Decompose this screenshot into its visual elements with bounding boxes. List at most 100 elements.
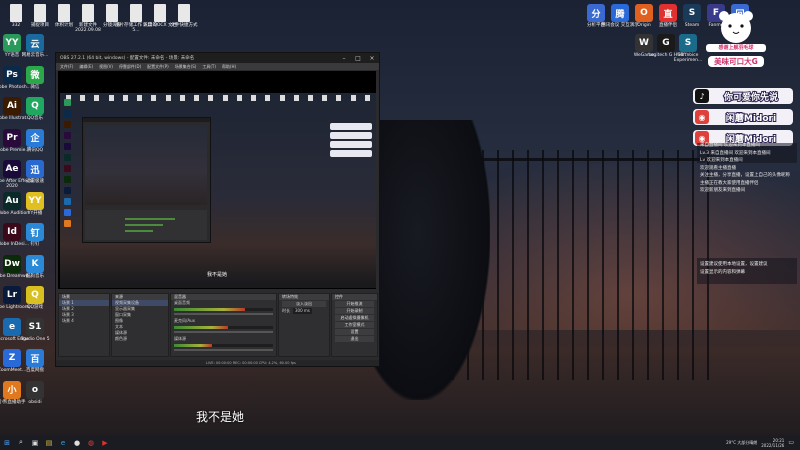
desktop-icon[interactable]: 迅迅雷极速 (13, 160, 57, 184)
task-view-icon[interactable]: ▣ (28, 435, 42, 450)
menu-item[interactable]: 工具(T) (202, 64, 216, 70)
desktop-icon[interactable]: 微微信 (13, 65, 57, 90)
obs-titlebar[interactable]: OBS 27.2.1 (64 bit, windows) - 配置文件: 未命名… (56, 53, 379, 63)
chat-message: 欢迎新朋友来到直播间 (700, 188, 745, 193)
preview-icon (222, 95, 228, 101)
mixer-level-meter (174, 326, 273, 329)
preview-icon (64, 198, 71, 205)
live-app-icon[interactable]: ▶ (98, 435, 112, 450)
desktop-icon[interactable]: 百百度网盘 (13, 349, 57, 373)
volume-slider[interactable] (174, 349, 273, 351)
obs-window[interactable]: OBS 27.2.1 (64 bit, windows) - 配置文件: 未命名… (55, 52, 380, 367)
preview-icon (64, 176, 71, 183)
chat-message: 设置建议使用本地设置，设置建议 (700, 262, 768, 267)
desktop-icon[interactable]: Q QQ音乐 (13, 97, 57, 121)
transitions-title: 转场特效 (279, 294, 329, 300)
chat-message: 欢迎观看主播直播 (700, 165, 736, 171)
search-icon[interactable]: ⌕ (14, 435, 28, 450)
menu-item[interactable]: 帮助(H) (222, 64, 236, 70)
preview-icon (94, 95, 100, 101)
desktop-icon[interactable]: 企腾讯QQ (13, 128, 57, 153)
preview-icon (307, 95, 313, 101)
desktop-icon-label: YY开播 (27, 210, 43, 216)
clock-date[interactable]: 2022/11/26 (761, 443, 784, 448)
app-icon: 迅 (26, 160, 44, 178)
desktop-icon[interactable]: 钉钉钉 (13, 223, 57, 247)
preview-widget-row (330, 132, 372, 139)
desktop-icon[interactable]: YY YY开播 (13, 191, 57, 216)
start-icon[interactable]: ⊞ (0, 435, 14, 450)
menu-item[interactable]: 场景集合(S) (175, 64, 197, 70)
volume-slider[interactable] (174, 313, 273, 315)
desktop-icon[interactable]: o obsidi (13, 380, 57, 405)
preview-widget-row (330, 123, 372, 130)
menu-item[interactable]: 编辑(E) (79, 64, 93, 70)
mixer-level-meter (174, 344, 273, 347)
controls-title: 控件 (332, 294, 377, 300)
preview-icon (64, 121, 71, 128)
desktop-icon[interactable]: Q QQ游戏 (13, 286, 57, 310)
control-button[interactable]: 开始录制 (335, 308, 374, 314)
volume-slider[interactable] (174, 331, 273, 333)
notification-icon[interactable]: ▭ (788, 439, 794, 446)
menu-item[interactable]: 配置文件(P) (147, 64, 169, 70)
preview-icon (236, 95, 242, 101)
control-button[interactable]: 退出 (335, 336, 374, 342)
chrome-icon[interactable]: ◍ (84, 435, 98, 450)
preview-icon (194, 95, 200, 101)
mixer-list: 桌面音频 麦克风/Aux 媒体源 (171, 300, 276, 354)
mixer-track: 桌面音频 (171, 300, 276, 318)
control-button[interactable]: 开始推流 (335, 301, 374, 307)
chat-banner[interactable]: ◉ 闲蘑Midori (693, 109, 793, 125)
preview-icon (108, 95, 114, 101)
desktop-icon-label: 微信 (30, 84, 40, 90)
file-explorer-icon[interactable]: ▤ (42, 435, 56, 450)
control-button[interactable]: 工作室模式 (335, 322, 374, 328)
preview-icon (64, 132, 71, 139)
control-button[interactable]: 设置 (335, 329, 374, 335)
chat-message: 主播正在教大家使用直播伴侣 (700, 180, 759, 186)
desktop-icon[interactable]: S1 Studio One 5 (13, 317, 57, 342)
preview-icon (251, 95, 257, 101)
close-icon[interactable]: × (365, 55, 379, 62)
duration-value[interactable]: 300 ms (293, 308, 312, 314)
obs-icon[interactable]: ● (70, 435, 84, 450)
desktop-icon[interactable]: 云网易云音乐... (13, 34, 57, 58)
preview-nested-capture (85, 125, 207, 205)
chat-message: 设置显示的内容和弹幕 (700, 270, 745, 275)
weather-text[interactable]: 29°C 大部分晴朗 (726, 440, 757, 446)
desktop-icon-label: QQ音乐 (26, 116, 44, 121)
transition-select[interactable]: 淡入淡出 (282, 301, 326, 307)
taskbar: ⊞ ⌕ ▣ ▤ e ● ◍ ▶ 29°C 大部分晴朗 20:21 2022/11/26 ▭ (0, 435, 800, 450)
desktop-icon-label: 钉钉 (30, 242, 40, 247)
preview-icon (64, 187, 71, 194)
chat-banner[interactable]: ♪ 你可爱你先说 (693, 88, 793, 104)
mixer-panel: 混音器 桌面音频 麦克风/Aux 媒体源 (170, 293, 277, 357)
maximize-icon[interactable]: □ (351, 55, 365, 62)
desktop-icon[interactable]: K 酷狗音乐 (13, 254, 57, 279)
wallpaper-figure (370, 120, 490, 400)
minimize-icon[interactable]: – (337, 55, 351, 62)
menu-item[interactable]: 停靠部件(D) (119, 64, 141, 70)
desktop-icon-label: obsidi (28, 399, 42, 405)
desktop-icon-label: QQ游戏 (26, 305, 44, 310)
preview-icon (151, 95, 157, 101)
menu-item[interactable]: 视图(V) (99, 64, 113, 70)
source-item[interactable]: 颜色源 (112, 336, 168, 342)
obs-docks: 场景 场景 1 场景 2 场景 3 场景 4 来源 视频采集设备 显示器采集 窗口采集 图像… (58, 293, 378, 363)
obs-preview[interactable]: 我不是她 (58, 71, 376, 289)
sticker-line1: 感谢上舰羽毛球 (718, 45, 754, 51)
app-icon: S (679, 34, 697, 52)
system-tray: 29°C 大部分晴朗 20:21 2022/11/26 ▭ (726, 438, 800, 448)
preview-caption: 我不是她 (206, 272, 227, 278)
control-button[interactable]: 启动虚拟摄像机 (335, 315, 374, 321)
menu-item[interactable]: 文件(F) (60, 64, 73, 70)
chat-banner-text: 你可爱你先说 (723, 92, 779, 104)
preview-taskbar (60, 283, 376, 288)
preview-left-icons (64, 99, 74, 231)
mixer-level-meter (174, 308, 273, 311)
scene-item[interactable]: 场景 4 (59, 318, 109, 324)
app-icon: Q (26, 286, 44, 304)
desktop-icon[interactable]: 文件快捷方式 (162, 4, 206, 28)
edge-icon[interactable]: e (56, 435, 70, 450)
